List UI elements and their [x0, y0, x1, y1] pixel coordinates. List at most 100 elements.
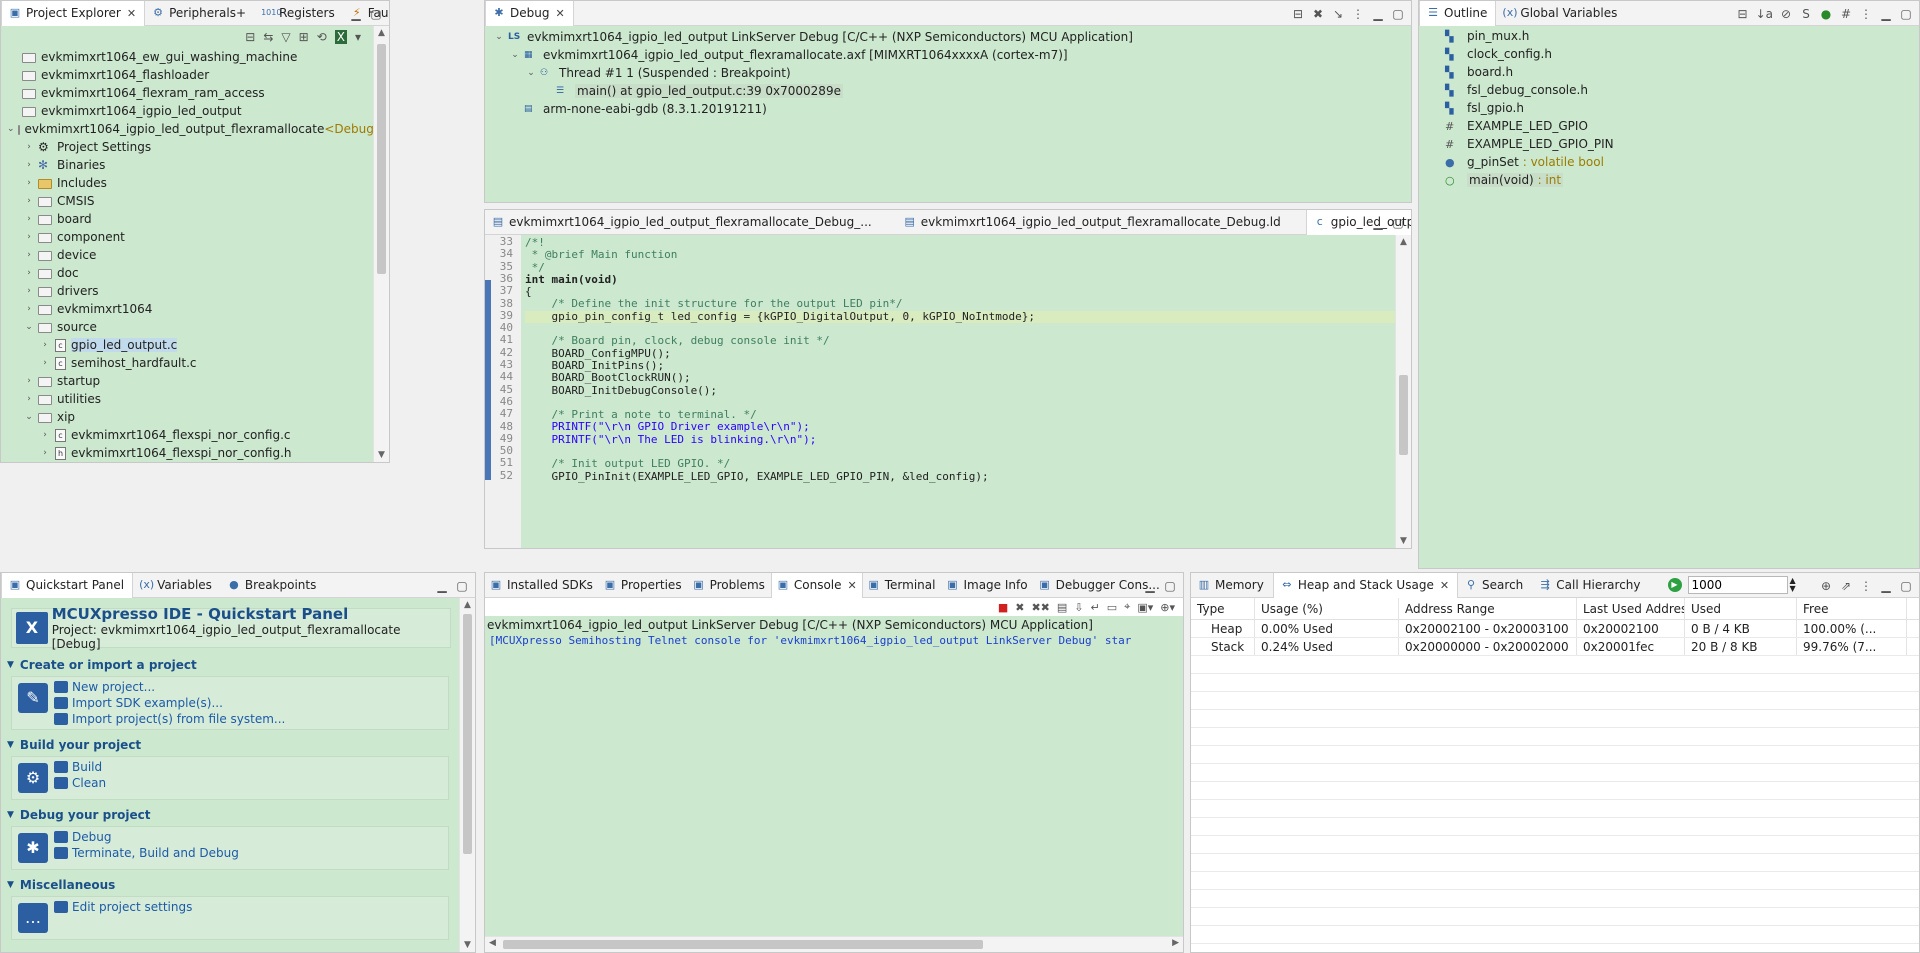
- link-editor-icon[interactable]: ⇆: [263, 30, 273, 44]
- tab-console-5[interactable]: ▣ Image Info: [941, 573, 1033, 598]
- remove-terminated-icon[interactable]: ✖: [1311, 7, 1325, 21]
- scroll-thumb[interactable]: [377, 44, 386, 274]
- code-line[interactable]: PRINTF("\r\n The LED is blinking.\r\n");: [525, 433, 1395, 446]
- column-header[interactable]: Address Range: [1399, 598, 1577, 619]
- scroll-down-icon[interactable]: ▼: [374, 448, 389, 462]
- quickstart-section-header[interactable]: ▼ Miscellaneous: [1, 876, 459, 894]
- chevron-down-icon[interactable]: ⌄: [23, 322, 35, 332]
- show-on-stdout-icon[interactable]: ▭: [1107, 601, 1117, 614]
- tree-item[interactable]: › board: [7, 210, 373, 228]
- tree-item[interactable]: › ⚙ Project Settings: [7, 138, 373, 156]
- close-icon[interactable]: ✕: [127, 7, 136, 20]
- tab-search[interactable]: ⚲ Search: [1458, 573, 1532, 598]
- chevron-right-icon[interactable]: ›: [23, 376, 35, 386]
- tab-console-0[interactable]: ▣ Installed SDKs: [485, 573, 599, 598]
- chevron-right-icon[interactable]: ›: [23, 196, 35, 206]
- scroll-right-icon[interactable]: ▶: [1172, 938, 1179, 948]
- quickstart-scrollbar[interactable]: ▲ ▼: [459, 598, 475, 952]
- refresh-interval-input[interactable]: [1687, 576, 1788, 594]
- hide-static-icon[interactable]: S: [1799, 7, 1813, 21]
- code-line[interactable]: gpio_pin_config_t led_config = {kGPIO_Di…: [525, 310, 1395, 324]
- tree-item[interactable]: › h evkmimxrt1064_flexspi_nor_config.h: [7, 444, 373, 462]
- hide-fields-icon[interactable]: ⊘: [1779, 7, 1793, 21]
- tree-item[interactable]: evkmimxrt1064_flashloader: [7, 66, 373, 84]
- tree-item[interactable]: › evkmimxrt1064: [7, 300, 373, 318]
- minimize-icon[interactable]: ▁: [1143, 579, 1157, 593]
- chevron-down-icon[interactable]: ⌄: [493, 32, 505, 42]
- chevron-down-icon[interactable]: ⌄: [525, 68, 537, 78]
- outline-item[interactable]: # EXAMPLE_LED_GPIO_PIN: [1445, 135, 1919, 153]
- collapse-icon[interactable]: ⊟: [1736, 7, 1750, 21]
- tree-item[interactable]: › c gpio_led_output.c: [7, 336, 373, 354]
- quickstart-link[interactable]: Import project(s) from file system...: [54, 711, 285, 727]
- debug-tree-item[interactable]: ⌄ ⚇ Thread #1 1 (Suspended : Breakpoint): [493, 64, 1411, 82]
- sort-icon[interactable]: ↓a: [1756, 7, 1773, 21]
- chevron-right-icon[interactable]: ›: [23, 250, 35, 260]
- tree-item[interactable]: › drivers: [7, 282, 373, 300]
- outline-item[interactable]: ▚ fsl_gpio.h: [1445, 99, 1919, 117]
- quickstart-link[interactable]: New project...: [54, 679, 285, 695]
- scroll-thumb[interactable]: [503, 940, 983, 949]
- tab-breakpoints[interactable]: ● Breakpoints: [221, 573, 325, 598]
- close-icon[interactable]: ✕: [848, 579, 857, 592]
- tab-console-1[interactable]: ▣ Properties: [599, 573, 688, 598]
- open-console-icon[interactable]: ⊕▾: [1160, 601, 1175, 614]
- chevron-down-icon[interactable]: ▼: [7, 880, 14, 890]
- outline-item[interactable]: ○ main(void) : int: [1445, 171, 1919, 189]
- tree-item[interactable]: evkmimxrt1064_ew_gui_washing_machine: [7, 48, 373, 66]
- export-icon[interactable]: ⇗: [1839, 579, 1853, 593]
- chevron-right-icon[interactable]: ›: [23, 304, 35, 314]
- maximize-icon[interactable]: ▢: [1899, 579, 1913, 593]
- view-menu-icon[interactable]: ⋮: [1351, 7, 1365, 21]
- maximize-icon[interactable]: ▢: [1391, 7, 1405, 21]
- code-line[interactable]: * @brief Main function: [525, 249, 1395, 261]
- chevron-right-icon[interactable]: ›: [23, 178, 35, 188]
- terminate-icon[interactable]: ■: [998, 601, 1008, 614]
- tab-console-4[interactable]: ▣ Terminal: [863, 573, 942, 598]
- outline-item[interactable]: ▚ pin_mux.h: [1445, 27, 1919, 45]
- chevron-down-icon[interactable]: ⌄: [7, 124, 15, 134]
- chevron-right-icon[interactable]: ›: [23, 286, 35, 296]
- scroll-down-icon[interactable]: ▼: [460, 938, 475, 952]
- quickstart-section-header[interactable]: ▼ Build your project: [1, 736, 459, 754]
- tab-editor-debug-ld[interactable]: ▤ evkmimxrt1064_igpio_led_output_flexram…: [897, 210, 1290, 235]
- code-line[interactable]: */: [525, 261, 1395, 274]
- scroll-thumb[interactable]: [1399, 375, 1408, 455]
- tree-item[interactable]: evkmimxrt1064_igpio_led_output: [7, 102, 373, 120]
- chevron-right-icon[interactable]: ›: [23, 268, 35, 278]
- maximize-icon[interactable]: ▢: [1899, 7, 1913, 21]
- chevron-right-icon[interactable]: ›: [23, 394, 35, 404]
- column-header[interactable]: Used: [1685, 598, 1797, 619]
- chevron-down-icon[interactable]: ⌄: [23, 412, 35, 422]
- code-line[interactable]: GPIO_PinInit(EXAMPLE_LED_GPIO, EXAMPLE_L…: [525, 470, 1395, 483]
- pin-console-icon[interactable]: ⌖: [1124, 600, 1130, 614]
- tree-item[interactable]: › startup: [7, 372, 373, 390]
- quickstart-link[interactable]: Clean: [54, 775, 106, 791]
- step-filter-icon[interactable]: ↘: [1331, 7, 1345, 21]
- word-wrap-icon[interactable]: ↵: [1091, 601, 1100, 614]
- scroll-down-icon[interactable]: ▼: [1396, 534, 1411, 548]
- tree-item[interactable]: ⌄ xip: [7, 408, 373, 426]
- close-icon[interactable]: ✕: [555, 7, 564, 20]
- table-row[interactable]: Stack 0.24% Used 0x20000000 - 0x20002000 0x…: [1191, 638, 1919, 656]
- console-hscrollbar[interactable]: ◀ ▶: [485, 936, 1183, 952]
- column-header[interactable]: Last Used Address: [1577, 598, 1685, 619]
- column-header[interactable]: Usage (%): [1255, 598, 1399, 619]
- chevron-right-icon[interactable]: ›: [39, 448, 51, 458]
- outline-item[interactable]: ▚ fsl_debug_console.h: [1445, 81, 1919, 99]
- tree-item[interactable]: › Includes: [7, 174, 373, 192]
- chevron-down-icon[interactable]: ▼: [7, 810, 14, 820]
- tree-item[interactable]: › c semihost_hardfault.c: [7, 354, 373, 372]
- tab-console-3[interactable]: ▣ Console ✕: [770, 573, 863, 598]
- collapse-all-icon[interactable]: ⊟: [245, 30, 255, 44]
- quickstart-link[interactable]: Import SDK example(s)...: [54, 695, 285, 711]
- tree-item[interactable]: ⌄ source: [7, 318, 373, 336]
- quickstart-link[interactable]: Edit project settings: [54, 899, 192, 915]
- chevron-right-icon[interactable]: ›: [39, 430, 51, 440]
- outline-item[interactable]: ▚ clock_config.h: [1445, 45, 1919, 63]
- hide-macros-icon[interactable]: #: [1839, 7, 1853, 21]
- debug-tree-item[interactable]: ⌄ LS evkmimxrt1064_igpio_led_output LinkSe…: [493, 28, 1411, 46]
- tree-item[interactable]: › CMSIS: [7, 192, 373, 210]
- tab-heap-stack-usage[interactable]: ⇔ Heap and Stack Usage ✕: [1272, 573, 1459, 598]
- minimize-icon[interactable]: ▁: [1879, 7, 1893, 21]
